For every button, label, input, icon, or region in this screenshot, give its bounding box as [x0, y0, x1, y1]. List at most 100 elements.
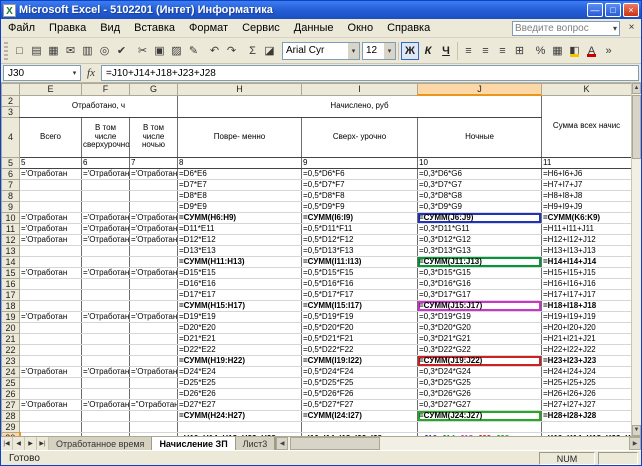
row-header-8[interactable]: 8: [2, 190, 20, 201]
print-icon[interactable]: ▥: [79, 42, 96, 60]
cell-F8[interactable]: [82, 190, 130, 201]
format-painter-icon[interactable]: ✎: [185, 42, 202, 60]
cell-E16[interactable]: [20, 278, 82, 289]
menu-item-format[interactable]: Формат: [182, 20, 235, 36]
cell-G6[interactable]: ='Отработан: [130, 168, 178, 179]
cell-J7[interactable]: =0,3*D7*G7: [418, 179, 542, 190]
cell-H25[interactable]: =D25*E25: [178, 377, 302, 388]
column-header-K[interactable]: K: [542, 84, 632, 96]
cell-F14[interactable]: [82, 256, 130, 267]
header-cell[interactable]: Сверх- урочно: [302, 117, 418, 157]
cell-I6[interactable]: =0,5*D6*F6: [302, 168, 418, 179]
cell-F17[interactable]: [82, 289, 130, 300]
cell-E29[interactable]: [20, 421, 82, 432]
column-header-G[interactable]: G: [130, 84, 178, 96]
cell-E26[interactable]: [20, 388, 82, 399]
toolbar-grip[interactable]: [4, 42, 8, 60]
save-icon[interactable]: ▦: [45, 42, 62, 60]
cell-G28[interactable]: [130, 410, 178, 421]
chevron-down-icon[interactable]: ▾: [384, 43, 395, 59]
cell-K12[interactable]: =H12+I12+J12: [542, 234, 632, 245]
print-preview-icon[interactable]: ◎: [96, 42, 113, 60]
cell-I15[interactable]: =0,5*D15*F15: [302, 267, 418, 278]
cell-F16[interactable]: [82, 278, 130, 289]
cell-E19[interactable]: ='Отработан: [20, 311, 82, 322]
cell-I23[interactable]: =СУММ(I19:I22): [302, 355, 418, 366]
cell-F7[interactable]: [82, 179, 130, 190]
cell-H9[interactable]: =D9*E9: [178, 201, 302, 212]
cell-K30[interactable]: =K10+K14+K18+K23+K28: [542, 432, 632, 436]
cell-I18[interactable]: =СУММ(I15:I17): [302, 300, 418, 311]
cell-J13[interactable]: =0,3*D13*G13: [418, 245, 542, 256]
tab-first-icon[interactable]: |◀: [1, 437, 13, 450]
cell-F19[interactable]: ='Отработан: [82, 311, 130, 322]
cell-J25[interactable]: =0,3*D25*G25: [418, 377, 542, 388]
name-box[interactable]: J30 ▾: [3, 65, 81, 81]
insert-function-icon[interactable]: fx: [81, 67, 101, 79]
cell-F11[interactable]: ='Отработан: [82, 223, 130, 234]
cell-J9[interactable]: =0,3*D9*G9: [418, 201, 542, 212]
align-left-icon[interactable]: ≡: [460, 42, 477, 60]
scroll-left-icon[interactable]: ◀: [276, 437, 288, 450]
cell-K23[interactable]: =H23+I23+J23: [542, 355, 632, 366]
cell-F12[interactable]: ='Отработан: [82, 234, 130, 245]
menu-item-view[interactable]: Вид: [93, 20, 127, 36]
row-header-19[interactable]: 19: [2, 311, 20, 322]
cell-J8[interactable]: =0,3*D8*G8: [418, 190, 542, 201]
cell-E20[interactable]: [20, 322, 82, 333]
cell-K26[interactable]: =H26+I26+J26: [542, 388, 632, 399]
cell-G23[interactable]: [130, 355, 178, 366]
cell-F23[interactable]: [82, 355, 130, 366]
header-cell[interactable]: В том числе ночью: [130, 117, 178, 157]
cell-I13[interactable]: =0,5*D13*F13: [302, 245, 418, 256]
cell-K10[interactable]: =СУММ(K6:K9): [542, 212, 632, 223]
cell-H7[interactable]: =D7*E7: [178, 179, 302, 190]
row-header-2[interactable]: 2: [2, 95, 20, 106]
cell-H5[interactable]: 8: [178, 157, 302, 168]
cell-E18[interactable]: [20, 300, 82, 311]
cell-K9[interactable]: =H9+I9+J9: [542, 201, 632, 212]
cell-K5[interactable]: 11: [542, 157, 632, 168]
cell-E25[interactable]: [20, 377, 82, 388]
vertical-scroll-thumb[interactable]: [632, 95, 641, 159]
cell-J28[interactable]: =СУММ(J24:J27): [418, 410, 542, 421]
column-header-J[interactable]: J: [418, 84, 542, 96]
cell-G27[interactable]: ="Отработан: [130, 399, 178, 410]
paste-icon[interactable]: ▨: [168, 42, 185, 60]
header-cell[interactable]: Начислено, руб: [178, 95, 542, 117]
cell-G5[interactable]: 7: [130, 157, 178, 168]
cell-E15[interactable]: ='Отработан: [20, 267, 82, 278]
cell-I21[interactable]: =0,5*D21*F21: [302, 333, 418, 344]
cell-J20[interactable]: =0,3*D20*G20: [418, 322, 542, 333]
header-cell[interactable]: Отработано, ч: [20, 95, 178, 117]
cell-J30[interactable]: =J10+J14+J18+J23+J28: [418, 432, 542, 436]
cell-H27[interactable]: =D27*E27: [178, 399, 302, 410]
cell-H28[interactable]: =СУММ(H24:H27): [178, 410, 302, 421]
cell-K16[interactable]: =H16+I16+J16: [542, 278, 632, 289]
cell-I12[interactable]: =0,5*D12*F12: [302, 234, 418, 245]
cell-E7[interactable]: [20, 179, 82, 190]
header-cell[interactable]: Повре- менно: [178, 117, 302, 157]
row-header-17[interactable]: 17: [2, 289, 20, 300]
row-header-27[interactable]: 27: [2, 399, 20, 410]
row-header-11[interactable]: 11: [2, 223, 20, 234]
menu-item-insert[interactable]: Вставка: [127, 20, 182, 36]
align-right-icon[interactable]: ≡: [494, 42, 511, 60]
cell-F26[interactable]: [82, 388, 130, 399]
cell-E9[interactable]: [20, 201, 82, 212]
cell-K11[interactable]: =H11+I11+J11: [542, 223, 632, 234]
redo-icon[interactable]: ↷: [223, 42, 240, 60]
cell-K24[interactable]: =H24+I24+J24: [542, 366, 632, 377]
cell-H30[interactable]: =H10+H14+H18+H23+H28: [178, 432, 302, 436]
cell-G7[interactable]: [130, 179, 178, 190]
cell-F29[interactable]: [82, 421, 130, 432]
row-header-6[interactable]: 6: [2, 168, 20, 179]
cell-H23[interactable]: =СУММ(H19:H22): [178, 355, 302, 366]
row-header-20[interactable]: 20: [2, 322, 20, 333]
ask-question-input[interactable]: Введите вопрос ▾: [512, 21, 620, 36]
cut-icon[interactable]: ✂: [134, 42, 151, 60]
cell-K28[interactable]: =H28+I28+J28: [542, 410, 632, 421]
mail-icon[interactable]: ✉: [62, 42, 79, 60]
row-header-23[interactable]: 23: [2, 355, 20, 366]
cell-I22[interactable]: =0,5*D22*F22: [302, 344, 418, 355]
